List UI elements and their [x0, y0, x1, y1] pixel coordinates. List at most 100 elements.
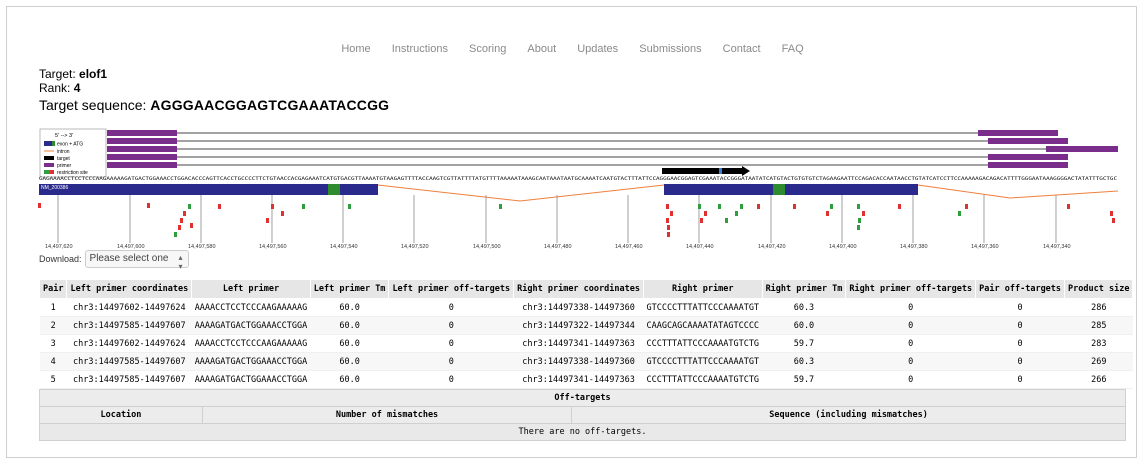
primer-table-header: Pair Left primer coordinates Left primer… — [38, 279, 1134, 299]
legend-primer: primer — [57, 163, 72, 169]
table-cell: 60.0 — [310, 352, 389, 371]
col-header[interactable]: Right primer — [642, 279, 763, 299]
col-header[interactable]: Left primer — [191, 279, 311, 299]
axis-tick-label: 14,497,460 — [615, 244, 643, 250]
table-cell: GTCCCCTTTATTCCCAAAATGT — [643, 298, 763, 317]
col-header[interactable]: Pair off-targets — [975, 279, 1066, 299]
primer-bar — [107, 138, 177, 144]
col-header[interactable]: Right primer off-targets — [845, 279, 977, 299]
legend-target: target — [57, 156, 70, 162]
table-cell: 5 — [39, 370, 67, 389]
atg-marker — [328, 184, 340, 195]
axis-tick-label: 14,497,540 — [330, 244, 358, 250]
exon-2 — [664, 184, 918, 195]
legend-title: 5' --> 3' — [55, 133, 73, 139]
rank-value: 4 — [73, 81, 81, 95]
table-cell: 0 — [845, 334, 976, 353]
table-cell: 0 — [388, 334, 514, 353]
table-cell: chr3:14497602-14497624 — [66, 334, 192, 353]
primer-bar — [988, 162, 1068, 168]
select-arrows-icon: ▴ ▾ — [178, 253, 183, 271]
nav-updates[interactable]: Updates — [577, 43, 618, 55]
axis-tick-label: 14,497,480 — [544, 244, 572, 250]
rank-label: Rank: — [39, 81, 71, 95]
col-header[interactable]: Right primer coordinates — [513, 279, 644, 299]
primer-bar — [988, 138, 1068, 144]
table-cell: CAAGCAGCAAAATATAGTCCCC — [643, 316, 763, 335]
offtargets-empty-message: There are no off-targets. — [39, 423, 1126, 441]
col-header[interactable]: Pair — [38, 279, 68, 299]
axis-tick-label: 14,497,360 — [971, 244, 999, 250]
axis-tick-label: 14,497,560 — [259, 244, 287, 250]
table-cell: AAAACCTCCTCCCAAGAAAAAG — [191, 334, 311, 353]
table-row: 4 chr3:14497585-14497607 AAAAGATGACTGGAA… — [39, 352, 1133, 371]
col-header[interactable]: Product size — [1064, 279, 1134, 299]
col-header[interactable]: Location — [39, 406, 203, 424]
nav-scoring[interactable]: Scoring — [469, 43, 506, 55]
sequence-value: AGGGAACGGAGTCGAAATACCGG — [150, 97, 390, 113]
offtargets-title: Off-targets — [39, 389, 1126, 407]
col-header[interactable]: Left primer off-targets — [388, 279, 515, 299]
exon-1 — [39, 184, 378, 195]
nav-contact[interactable]: Contact — [723, 43, 761, 55]
nav-instructions[interactable]: Instructions — [392, 43, 448, 55]
col-header[interactable]: Left primer Tm — [309, 279, 390, 299]
sequence-line: Target sequence: AGGGAACGGAGTCGAAATACCGG — [39, 98, 389, 112]
primer-bar — [988, 154, 1068, 160]
table-cell: 60.0 — [310, 334, 389, 353]
table-cell: AAAAGATGACTGGAAACCTGGA — [191, 352, 311, 371]
axis-tick-label: 14,497,340 — [1043, 244, 1071, 250]
table-cell: 60.0 — [310, 298, 389, 317]
primer-bar — [107, 154, 177, 160]
nav-faq[interactable]: FAQ — [782, 43, 804, 55]
nav-home[interactable]: Home — [341, 43, 370, 55]
primer-tracks — [107, 130, 1118, 168]
table-cell: chr3:14497585-14497607 — [66, 370, 192, 389]
table-cell: 4 — [39, 352, 67, 371]
primer-bar — [1046, 146, 1118, 152]
table-cell: chr3:14497602-14497624 — [66, 298, 192, 317]
axis-tick-label: 14,497,440 — [686, 244, 714, 250]
col-header[interactable]: Sequence (including mismatches) — [571, 406, 1126, 424]
target-value: elof1 — [79, 67, 108, 81]
table-row: 1 chr3:14497602-14497624 AAAACCTCCTCCCAA… — [39, 298, 1133, 317]
table-cell: 0 — [845, 316, 976, 335]
exon-track: NM_200386 — [39, 184, 918, 195]
table-cell: 60.0 — [310, 316, 389, 335]
table-cell: 0 — [975, 316, 1065, 335]
download-select[interactable]: Please select one ▴ ▾ — [84, 250, 189, 271]
table-cell: 0 — [845, 352, 976, 371]
atg-marker — [773, 184, 785, 195]
axis-tick-label: 14,497,520 — [401, 244, 429, 250]
rank-line: Rank: 4 — [39, 81, 80, 95]
table-cell: 0 — [975, 334, 1065, 353]
table-cell: chr3:14497338-14497360 — [513, 352, 644, 371]
col-header[interactable]: Number of mismatches — [201, 406, 573, 424]
table-cell: 0 — [388, 316, 514, 335]
axis-tick-label: 14,497,380 — [900, 244, 928, 250]
download-row: Download: Please select one ▴ ▾ — [39, 250, 189, 271]
download-select-value: Please select one — [89, 253, 169, 264]
table-cell: 0 — [975, 352, 1065, 371]
legend-intron: intron — [57, 149, 70, 155]
table-cell: AAAAGATGACTGGAAACCTGGA — [191, 370, 311, 389]
table-cell: AAAACCTCCTCCCAAGAAAAAG — [191, 298, 311, 317]
table-cell: chr3:14497585-14497607 — [66, 316, 192, 335]
table-cell: 1 — [39, 298, 67, 317]
table-cell: 0 — [975, 298, 1065, 317]
nav-submissions[interactable]: Submissions — [639, 43, 701, 55]
table-cell: CCCTTTATTCCCAAAATGTCTG — [643, 370, 763, 389]
primer-bar — [107, 146, 177, 152]
table-cell: 283 — [1064, 334, 1133, 353]
target-marker — [662, 166, 750, 176]
table-row: 5 chr3:14497585-14497607 AAAAGATGACTGGAA… — [39, 370, 1133, 389]
intron-line — [377, 184, 665, 202]
col-header[interactable]: Left primer coordinates — [66, 279, 193, 299]
nav-about[interactable]: About — [527, 43, 556, 55]
table-cell: 0 — [388, 298, 514, 317]
table-cell: chr3:14497322-14497344 — [513, 316, 644, 335]
target-line: Target: elof1 — [39, 67, 107, 81]
col-header[interactable]: Right primer Tm — [761, 279, 847, 299]
primer-bar — [107, 162, 177, 168]
primer-bar — [107, 130, 177, 136]
